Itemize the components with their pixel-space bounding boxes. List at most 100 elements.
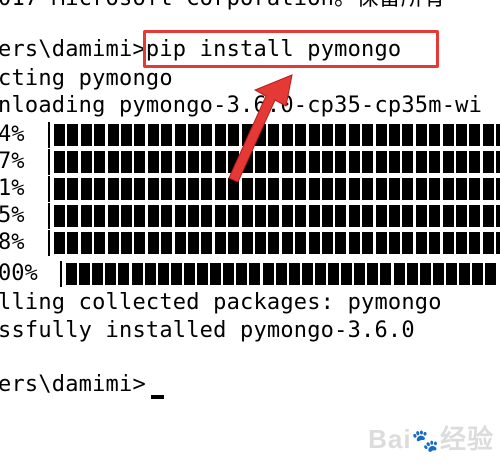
progress-block xyxy=(249,263,261,285)
progress-block xyxy=(406,263,418,285)
progress-block xyxy=(442,205,454,227)
progress-block xyxy=(429,178,441,200)
progress-pct-1: 4% xyxy=(0,122,25,147)
progress-block xyxy=(157,263,169,285)
progress-block xyxy=(482,151,494,173)
progress-block xyxy=(301,263,313,285)
progress-block xyxy=(442,232,454,254)
progress-block xyxy=(107,151,119,173)
progress-block xyxy=(348,205,360,227)
progress-bar-pipe xyxy=(48,203,50,229)
progress-block xyxy=(255,151,266,173)
progress-block xyxy=(107,232,119,254)
progress-block xyxy=(241,178,253,200)
progress-block xyxy=(402,124,414,146)
prompt-line-2: ers\damimi> xyxy=(0,372,146,397)
progress-block xyxy=(281,178,293,200)
progress-block xyxy=(241,124,253,146)
progress-block xyxy=(67,124,79,146)
progress-block xyxy=(174,124,186,146)
progress-block xyxy=(275,263,287,285)
progress-block xyxy=(174,205,186,227)
progress-block xyxy=(188,151,199,173)
progress-block xyxy=(210,263,222,285)
progress-block xyxy=(94,232,106,254)
progress-pct-5: 8% xyxy=(0,230,25,255)
progress-block xyxy=(348,151,360,173)
progress-block xyxy=(362,151,374,173)
progress-block xyxy=(147,205,159,227)
progress-block xyxy=(429,124,441,146)
progress-block xyxy=(375,205,387,227)
progress-block xyxy=(255,124,266,146)
progress-block xyxy=(469,151,481,173)
progress-block xyxy=(456,124,467,146)
progress-block xyxy=(469,124,481,146)
progress-block xyxy=(429,151,441,173)
progress-block xyxy=(389,205,400,227)
progress-block xyxy=(389,232,400,254)
progress-block xyxy=(456,205,467,227)
progress-block xyxy=(295,124,307,146)
progress-block xyxy=(54,178,65,200)
progress-block xyxy=(236,263,248,285)
progress-block xyxy=(161,151,173,173)
progress-block xyxy=(121,178,132,200)
progress-block xyxy=(80,151,92,173)
progress-block xyxy=(295,178,307,200)
progress-bar-pipe xyxy=(48,122,50,148)
progress-block xyxy=(429,232,441,254)
progress-pct-4: 5% xyxy=(0,203,25,228)
progress-block xyxy=(362,178,374,200)
progress-block xyxy=(183,263,195,285)
progress-block xyxy=(375,151,387,173)
progress-block xyxy=(268,232,280,254)
progress-block xyxy=(147,151,159,173)
progress-block xyxy=(134,151,146,173)
progress-block xyxy=(121,205,132,227)
progress-block xyxy=(54,151,65,173)
progress-block xyxy=(281,151,293,173)
progress-bar-pipe xyxy=(48,149,50,175)
progress-block xyxy=(170,263,182,285)
progress-block xyxy=(415,178,427,200)
success-line: ssfully installed pymongo-3.6.0 xyxy=(0,318,415,343)
progress-block xyxy=(469,205,481,227)
progress-block xyxy=(295,232,307,254)
progress-block xyxy=(268,151,280,173)
progress-block xyxy=(295,205,307,227)
progress-block xyxy=(375,178,387,200)
progress-block xyxy=(328,263,339,285)
progress-block xyxy=(201,151,213,173)
progress-block xyxy=(429,205,441,227)
progress-block xyxy=(375,124,387,146)
progress-block xyxy=(201,124,213,146)
progress-block xyxy=(281,124,293,146)
progress-block xyxy=(402,151,414,173)
progress-block xyxy=(67,232,79,254)
progress-block xyxy=(482,124,494,146)
progress-block xyxy=(107,178,119,200)
progress-block xyxy=(188,124,199,146)
progress-block xyxy=(144,263,156,285)
terminal-window: 017 Microsoft Corporation。保留所有 ers\damim… xyxy=(0,0,500,466)
progress-block xyxy=(469,178,481,200)
progress-block xyxy=(161,178,173,200)
progress-block xyxy=(348,232,360,254)
progress-block xyxy=(228,205,240,227)
progress-block xyxy=(188,205,199,227)
header-partial-line: 017 Microsoft Corporation。保留所有 xyxy=(0,0,445,12)
progress-block xyxy=(472,263,484,285)
progress-block xyxy=(375,232,387,254)
progress-block xyxy=(322,124,333,146)
progress-block xyxy=(268,205,280,227)
progress-block xyxy=(201,205,213,227)
progress-block xyxy=(456,232,467,254)
progress-block xyxy=(322,178,333,200)
text-cursor xyxy=(151,395,164,399)
progress-block xyxy=(442,178,454,200)
progress-block xyxy=(79,263,91,285)
progress-block xyxy=(432,263,444,285)
progress-block xyxy=(107,205,119,227)
progress-block xyxy=(442,151,454,173)
